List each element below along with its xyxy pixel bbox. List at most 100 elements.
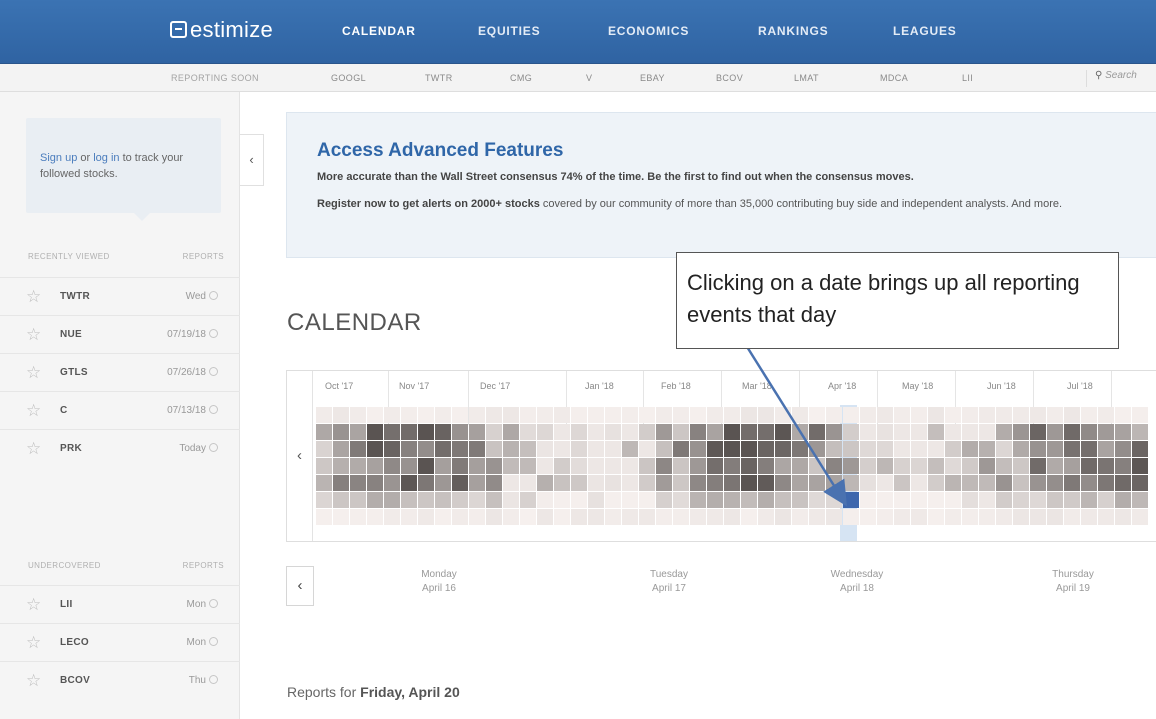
calendar-day-cell[interactable] [554,424,570,440]
calendar-day-cell[interactable] [707,458,723,474]
calendar-day-cell[interactable] [622,475,638,491]
calendar-day-cell[interactable] [1132,424,1148,440]
list-item[interactable]: ☆ C 07/13/18 [0,391,240,429]
calendar-day-cell[interactable] [724,407,740,423]
calendar-day-cell[interactable] [1030,509,1046,525]
calendar-day-cell[interactable] [911,458,927,474]
star-icon[interactable]: ☆ [26,402,41,419]
calendar-day-cell[interactable] [435,492,451,508]
calendar-day-cell[interactable] [690,492,706,508]
calendar-day-cell[interactable] [707,475,723,491]
calendar-day-cell[interactable] [996,441,1012,457]
calendar-day-cell[interactable] [945,492,961,508]
calendar-day-cell[interactable] [401,407,417,423]
calendar-day-cell[interactable] [520,407,536,423]
calendar-day-cell[interactable] [877,509,893,525]
calendar-day-cell[interactable] [503,458,519,474]
calendar-day-cell[interactable] [741,509,757,525]
calendar-day-cell[interactable] [775,509,791,525]
calendar-day-cell[interactable] [333,509,349,525]
calendar-day-cell[interactable] [877,407,893,423]
calendar-day-cell[interactable] [928,424,944,440]
calendar-day-cell[interactable] [707,509,723,525]
calendar-day-cell[interactable] [1064,492,1080,508]
calendar-day-cell[interactable] [809,424,825,440]
calendar-day-cell[interactable] [843,441,859,457]
calendar-day-cell[interactable] [367,509,383,525]
ticker-link[interactable]: LII [962,73,973,83]
calendar-day-cell[interactable] [486,407,502,423]
calendar-day-cell[interactable] [741,407,757,423]
star-icon[interactable]: ☆ [26,288,41,305]
calendar-day-cell[interactable] [1013,424,1029,440]
calendar-day-cell[interactable] [639,424,655,440]
calendar-day-cell[interactable] [605,458,621,474]
calendar-day-cell[interactable] [741,424,757,440]
calendar-day-cell[interactable] [945,424,961,440]
calendar-day-cell[interactable] [469,407,485,423]
calendar-day-cell[interactable] [979,492,995,508]
calendar-day-cell[interactable] [1081,458,1097,474]
calendar-day-cell[interactable] [333,441,349,457]
calendar-day-cell[interactable] [809,492,825,508]
calendar-day-cell[interactable] [503,424,519,440]
nav-economics[interactable]: ECONOMICS [608,24,689,38]
calendar-day-cell[interactable] [962,509,978,525]
calendar-day-cell[interactable] [503,407,519,423]
calendar-day-cell[interactable] [962,424,978,440]
calendar-day-cell[interactable] [1030,407,1046,423]
calendar-day-cell[interactable] [1030,424,1046,440]
nav-equities[interactable]: EQUITIES [478,24,540,38]
calendar-day-cell[interactable] [435,475,451,491]
calendar-day-cell[interactable] [571,492,587,508]
calendar-day-cell[interactable] [673,509,689,525]
calendar-day-cell[interactable] [758,458,774,474]
calendar-day-cell[interactable] [1081,407,1097,423]
calendar-day-cell[interactable] [350,475,366,491]
calendar-day-cell[interactable] [894,509,910,525]
calendar-day-cell[interactable] [503,492,519,508]
calendar-day-cell[interactable] [775,458,791,474]
calendar-day-cell[interactable] [741,441,757,457]
calendar-day-cell[interactable] [469,492,485,508]
calendar-day-cell[interactable] [316,424,332,440]
calendar-day-cell[interactable] [826,475,842,491]
calendar-day-cell[interactable] [537,441,553,457]
calendar-day-cell[interactable] [452,407,468,423]
calendar-day-cell[interactable] [1115,407,1131,423]
calendar-day-cell[interactable] [996,424,1012,440]
calendar-day-cell[interactable] [826,441,842,457]
calendar-day-cell[interactable] [639,509,655,525]
calendar-day-cell[interactable] [775,424,791,440]
calendar-day-cell[interactable] [367,441,383,457]
calendar-day-cell[interactable] [1098,407,1114,423]
calendar-day-cell[interactable] [809,475,825,491]
calendar-day-cell[interactable] [860,492,876,508]
list-item[interactable]: ☆ GTLS 07/26/18 [0,353,240,391]
calendar-day-cell[interactable] [1064,458,1080,474]
calendar-day-cell[interactable] [367,492,383,508]
log-in-link[interactable]: log in [93,152,119,164]
calendar-day-cell[interactable] [996,509,1012,525]
calendar-day-cell[interactable] [690,441,706,457]
calendar-day-cell[interactable] [792,475,808,491]
calendar-day-cell[interactable] [537,509,553,525]
calendar-day-cell[interactable] [1013,475,1029,491]
calendar-day-cell[interactable] [1013,441,1029,457]
day-option[interactable]: Tuesday April 17 [609,568,729,596]
calendar-day-cell[interactable] [724,492,740,508]
calendar-day-cell[interactable] [673,492,689,508]
calendar-day-cell[interactable] [1098,475,1114,491]
calendar-day-cell[interactable] [418,509,434,525]
list-item[interactable]: ☆ LII Mon [0,585,240,623]
day-option[interactable]: Monday April 16 [379,568,499,596]
calendar-day-cell[interactable] [622,424,638,440]
ticker-link[interactable]: GOOGL [331,73,366,83]
calendar-day-cell[interactable] [979,458,995,474]
calendar-day-cell[interactable] [418,441,434,457]
calendar-day-cell[interactable] [809,441,825,457]
calendar-day-cell[interactable] [316,475,332,491]
calendar-day-cell[interactable] [350,458,366,474]
calendar-day-cell[interactable] [1013,509,1029,525]
calendar-day-cell[interactable] [401,509,417,525]
